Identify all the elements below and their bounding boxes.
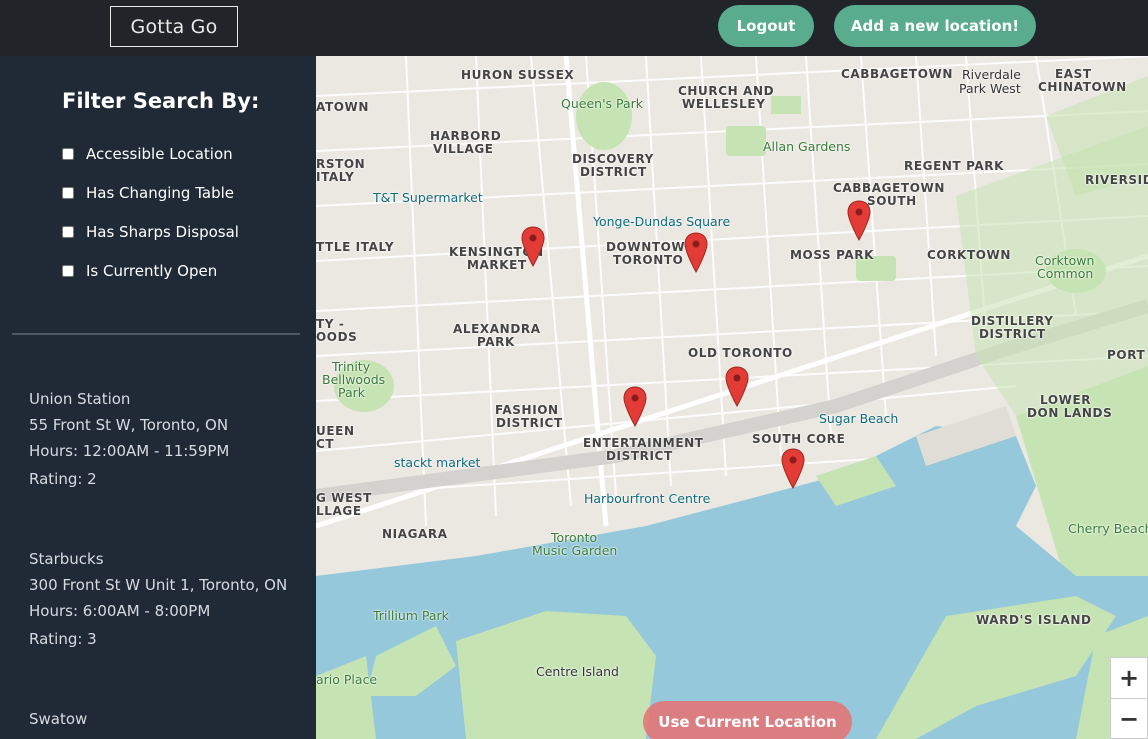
map-label: SOUTH CORE [752, 432, 846, 446]
use-current-location-button[interactable]: Use Current Location [643, 701, 852, 739]
location-marker[interactable] [781, 448, 805, 490]
map-label: DISTRICT [979, 327, 1046, 341]
filter-label: Accessible Location [86, 145, 233, 163]
map-poi: stackt market [394, 455, 481, 470]
filter-title: Filter Search By: [62, 89, 260, 113]
map-label: ITALY [316, 170, 355, 184]
map-label: LLAGE [316, 504, 362, 518]
map-view[interactable]: HURON SUSSEX Queen's Park CHURCH AND WEL… [316, 56, 1148, 739]
location-name: Union Station [29, 390, 131, 408]
map-label: WARD'S ISLAND [976, 613, 1092, 627]
map-label: TTLE ITALY [316, 240, 395, 254]
location-address: 300 Front St W Unit 1, Toronto, ON [29, 576, 288, 594]
filter-label: Is Currently Open [86, 262, 218, 280]
map-label: OODS [316, 330, 358, 344]
logout-button[interactable]: Logout [718, 5, 814, 47]
currently-open-checkbox[interactable] [62, 265, 74, 277]
filter-label: Has Changing Table [86, 184, 235, 202]
map-label: Trillium Park [373, 608, 449, 623]
location-address: 55 Front St W, Toronto, ON [29, 416, 229, 434]
location-hours: Hours: 6:00AM - 8:00PM [29, 602, 211, 620]
location-rating: Rating: 3 [29, 630, 97, 648]
location-marker[interactable] [521, 226, 545, 268]
location-hours: Hours: 12:00AM - 11:59PM [29, 442, 230, 460]
filter-accessible[interactable]: Accessible Location [62, 144, 233, 164]
map-label: OLD TORONTO [688, 346, 793, 360]
map-label: Park West [959, 81, 1021, 96]
map-label: Park [338, 385, 366, 400]
map-label: ario Place [316, 672, 378, 687]
filter-sharps-disposal[interactable]: Has Sharps Disposal [62, 222, 239, 242]
changing-table-checkbox[interactable] [62, 187, 74, 199]
map-label: CABBAGETOWN [841, 67, 953, 81]
map-label: Common [1037, 266, 1094, 281]
map-label: ATOWN [316, 100, 370, 114]
map-label: DON LANDS [1027, 406, 1113, 420]
map-label: NIAGARA [382, 527, 448, 541]
location-name: Swatow [29, 710, 88, 728]
location-card[interactable]: Union Station 55 Front St W, Toronto, ON… [29, 386, 229, 492]
map-label: CHINATOWN [1038, 80, 1127, 94]
zoom-in-button[interactable]: + [1111, 658, 1147, 698]
location-marker[interactable] [847, 200, 871, 242]
location-marker[interactable] [623, 386, 647, 428]
map-label: REGENT PARK [904, 159, 1005, 173]
map-label: Allan Gardens [763, 139, 851, 154]
map-label: CORKTOWN [927, 248, 1012, 262]
map-label: Centre Island [536, 664, 619, 679]
location-rating: Rating: 2 [29, 470, 97, 488]
map-label: TORONTO [613, 253, 684, 267]
location-marker[interactable] [725, 366, 749, 408]
map-label: DISTRICT [496, 416, 563, 430]
location-card[interactable]: Swatow [29, 706, 87, 732]
map-label: SOUTH [867, 194, 917, 208]
top-navbar: Gotta Go Logout Add a new location! [0, 0, 1148, 56]
map-poi: Yonge-Dundas Square [593, 214, 731, 229]
location-marker[interactable] [684, 232, 708, 274]
map-poi: Harbourfront Centre [584, 491, 711, 506]
map-label: MARKET [467, 258, 527, 272]
filter-currently-open[interactable]: Is Currently Open [62, 261, 217, 281]
map-label: DISTRICT [606, 449, 673, 463]
map-label: Queen's Park [561, 96, 644, 111]
brand-logo[interactable]: Gotta Go [110, 6, 238, 47]
sidebar: Filter Search By: Accessible Location Ha… [0, 56, 316, 739]
map-label: WELLESLEY [682, 97, 766, 111]
map-label: PORT [1107, 348, 1146, 362]
zoom-controls: + − [1110, 657, 1148, 739]
location-card[interactable]: Starbucks 300 Front St W Unit 1, Toronto… [29, 546, 287, 652]
map-label: RIVERSIDE [1085, 173, 1148, 187]
map-label: PARK [477, 335, 515, 349]
map-label: Music Garden [532, 543, 618, 558]
map-label: Cherry Beach [1068, 521, 1148, 536]
filter-changing-table[interactable]: Has Changing Table [62, 183, 234, 203]
map-label: VILLAGE [433, 142, 494, 156]
location-name: Starbucks [29, 550, 104, 568]
sharps-disposal-checkbox[interactable] [62, 226, 74, 238]
sidebar-divider [12, 333, 300, 335]
map-poi: Sugar Beach [819, 411, 899, 426]
filter-label: Has Sharps Disposal [86, 223, 239, 241]
map-label: Riverdale [962, 67, 1021, 82]
map-label: DISTRICT [580, 165, 647, 179]
map-poi: T&T Supermarket [373, 190, 483, 205]
map-label: HURON SUSSEX [461, 68, 575, 82]
map-label: CT [316, 437, 335, 451]
add-location-button[interactable]: Add a new location! [834, 5, 1036, 47]
map-label: MOSS PARK [790, 248, 874, 262]
accessible-checkbox[interactable] [62, 148, 74, 160]
zoom-out-button[interactable]: − [1111, 699, 1147, 739]
